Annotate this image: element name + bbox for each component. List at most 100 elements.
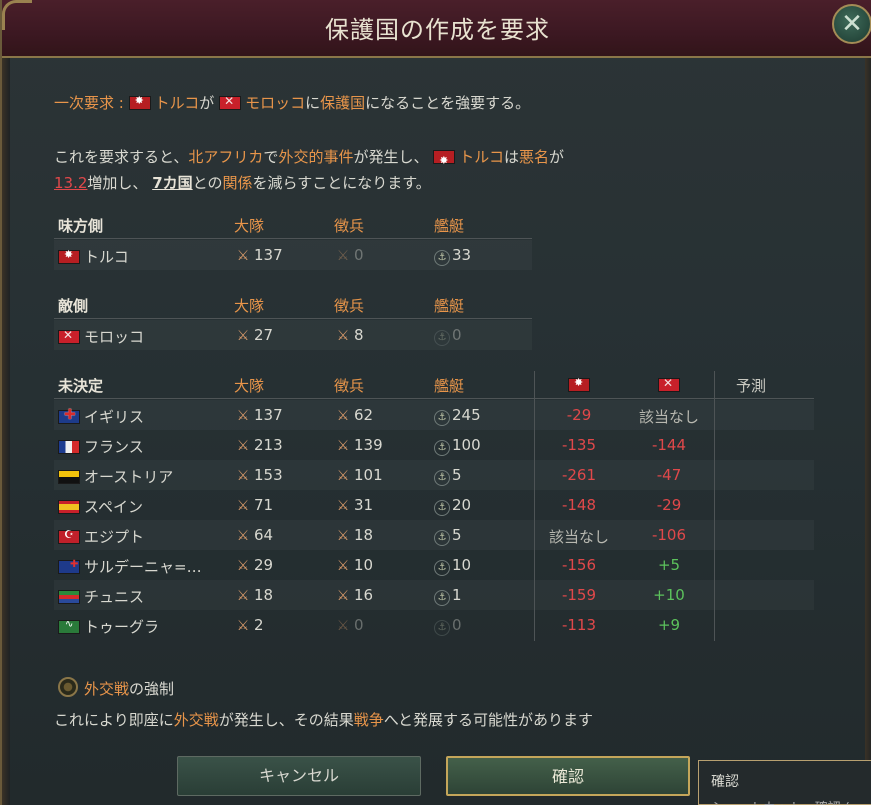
cons-value: 8 <box>354 326 364 344</box>
force-diplo-war-radio[interactable] <box>58 677 78 697</box>
army-value: 29 <box>254 556 274 574</box>
keyword-protectorate[interactable]: 保護国 <box>320 94 365 112</box>
cons-cell: ⚔ 16 <box>334 586 373 604</box>
keyword-diplo-war-2[interactable]: 外交戦 <box>174 711 219 729</box>
relation-mor: -47 <box>656 466 682 484</box>
army-icon: ⚔ <box>236 528 250 544</box>
conscript-icon: ⚔ <box>336 528 350 544</box>
ships-cell: ⚓ 33 <box>434 246 471 266</box>
country-name-cell[interactable]: イギリス <box>58 406 144 427</box>
desc-3: へと発展する可能性があります <box>383 711 594 729</box>
army-cell: ⚔ 64 <box>234 526 273 544</box>
undecided-row[interactable]: サルデーニャ=…⚔29⚔10⚓10-156+5 <box>54 550 814 580</box>
ships-cell: ⚓ 245 <box>434 406 481 426</box>
col-cons: 徴兵 <box>334 377 365 395</box>
incident-link[interactable]: 外交的事件 <box>278 148 353 166</box>
undecided-row[interactable]: スペイン ⚔ 71 ⚔ 31 ⚓ 20 -148 -29 <box>54 490 814 520</box>
cons-cell: ⚔ 62 <box>334 406 373 424</box>
cons-value: 62 <box>354 406 374 424</box>
army-icon: ⚔ <box>236 588 250 604</box>
col-army: 大隊 <box>234 217 265 235</box>
text-ni: に <box>305 94 321 112</box>
frame-right <box>865 58 871 805</box>
close-button[interactable]: ✕ <box>832 4 871 44</box>
undecided-row[interactable]: オーストリア ⚔ 153 ⚔ 101 ⚓ 5 -261 -47 <box>54 460 814 490</box>
country-name: フランス <box>84 438 144 456</box>
ships-value: 245 <box>452 406 481 424</box>
undecided-row[interactable]: フランス ⚔ 213 ⚔ 139 ⚓ 100 -135 -144 <box>54 430 814 460</box>
turkey-flag-icon <box>128 94 151 110</box>
tug-flag-icon <box>58 619 80 634</box>
country-name: イギリス <box>84 408 145 426</box>
country-count[interactable]: 7カ国 <box>152 174 192 192</box>
country-turkey[interactable]: トルコ <box>155 94 200 112</box>
ally-row[interactable]: トルコ⚔137⚔0⚓33 <box>54 240 532 270</box>
ships-value: 5 <box>452 526 462 544</box>
army-value: 18 <box>254 586 274 604</box>
relation-mor: -106 <box>651 526 687 544</box>
ship-icon: ⚓ <box>434 620 450 636</box>
force-label-rest: の強制 <box>129 680 175 698</box>
cons-value: 101 <box>354 466 383 484</box>
ships-cell: ⚓ 5 <box>434 466 462 486</box>
relation-mor: -29 <box>656 496 682 514</box>
ships-cell: ⚓ 5 <box>434 526 462 546</box>
country-turkey[interactable]: トルコ <box>459 148 504 166</box>
ships-cell: ⚓ 20 <box>434 496 471 516</box>
undecided-label: 未決定 <box>58 377 104 395</box>
ship-icon: ⚓ <box>434 250 450 266</box>
army-value: 137 <box>254 406 283 424</box>
undecided-row[interactable]: エジプト⚔64⚔18⚓5該当なし-106 <box>54 520 814 550</box>
force-diplo-war-label[interactable]: 外交戦の強制 <box>84 678 174 699</box>
relation-tur: -135 <box>561 436 597 454</box>
region-link[interactable]: 北アフリカ <box>188 148 263 166</box>
keyword-diplo-war[interactable]: 外交戦 <box>84 680 129 698</box>
ships-value: 0 <box>452 326 462 344</box>
enemy-row[interactable]: モロッコ⚔27⚔8⚓0 <box>54 320 532 350</box>
relation-tur: -148 <box>561 496 597 514</box>
relation-mor: -144 <box>651 436 687 454</box>
country-name-cell[interactable]: チュニス <box>58 586 144 607</box>
cons-value: 31 <box>354 496 374 514</box>
country-name-cell[interactable]: フランス <box>58 436 144 457</box>
conscript-icon: ⚔ <box>336 248 350 264</box>
relation-tur: -29 <box>566 406 592 424</box>
army-icon: ⚔ <box>236 328 250 344</box>
morocco-flag-icon <box>219 94 242 110</box>
ally-header: 味方側 大隊 徴兵 艦艇 <box>54 211 532 239</box>
relations-link[interactable]: 関係 <box>222 174 252 192</box>
country-morocco[interactable]: モロッコ <box>245 94 305 112</box>
confirm-button[interactable]: 確認 <box>446 756 690 796</box>
protectorate-demand-dialog: 保護国の作成を要求 ✕ 一次要求 : トルコが モロッコに保護国になることを強要… <box>0 0 871 805</box>
keyword-war[interactable]: 戦争 <box>354 711 384 729</box>
egy-flag-icon <box>58 528 80 544</box>
cancel-button[interactable]: キャンセル <box>177 756 421 796</box>
col-ships: 艦艇 <box>434 377 465 395</box>
cons-value: 18 <box>354 526 374 544</box>
conscript-icon: ⚔ <box>336 558 350 574</box>
country-name-cell[interactable]: スペイン <box>58 496 143 517</box>
country-name: スペイン <box>84 498 143 516</box>
country-name-cell[interactable]: サルデーニャ=… <box>58 556 202 577</box>
country-name-cell[interactable]: トルコ <box>58 246 129 267</box>
undecided-row[interactable]: チュニス ⚔ 18 ⚔ 16 ⚓ 1 -159 +10 <box>54 580 814 610</box>
text-suffix: になることを強要する。 <box>365 94 531 112</box>
country-name-cell[interactable]: エジプト <box>58 526 144 547</box>
desc-1: これにより即座に <box>54 711 174 729</box>
undecided-row[interactable]: トゥーグラ⚔2⚔0⚓0-113+9 <box>54 610 814 640</box>
conscript-icon: ⚔ <box>336 468 350 484</box>
country-name-cell[interactable]: オーストリア <box>58 466 173 487</box>
infamy-link[interactable]: 悪名 <box>519 148 549 166</box>
country-name-cell[interactable]: モロッコ <box>58 326 144 347</box>
army-icon: ⚔ <box>236 618 250 634</box>
army-icon: ⚔ <box>236 498 250 514</box>
country-name-cell[interactable]: トゥーグラ <box>58 616 159 637</box>
ships-cell: ⚓ 1 <box>434 586 462 606</box>
relation-mor: +10 <box>653 586 685 604</box>
country-name: トルコ <box>84 248 129 266</box>
relation-mor: 該当なし <box>638 408 699 426</box>
ships-value: 5 <box>452 466 462 484</box>
text-1: これを要求すると、 <box>54 148 189 166</box>
army-value: 2 <box>254 616 264 634</box>
undecided-row[interactable]: イギリス⚔137⚔62⚓245-29該当なし <box>54 400 814 430</box>
